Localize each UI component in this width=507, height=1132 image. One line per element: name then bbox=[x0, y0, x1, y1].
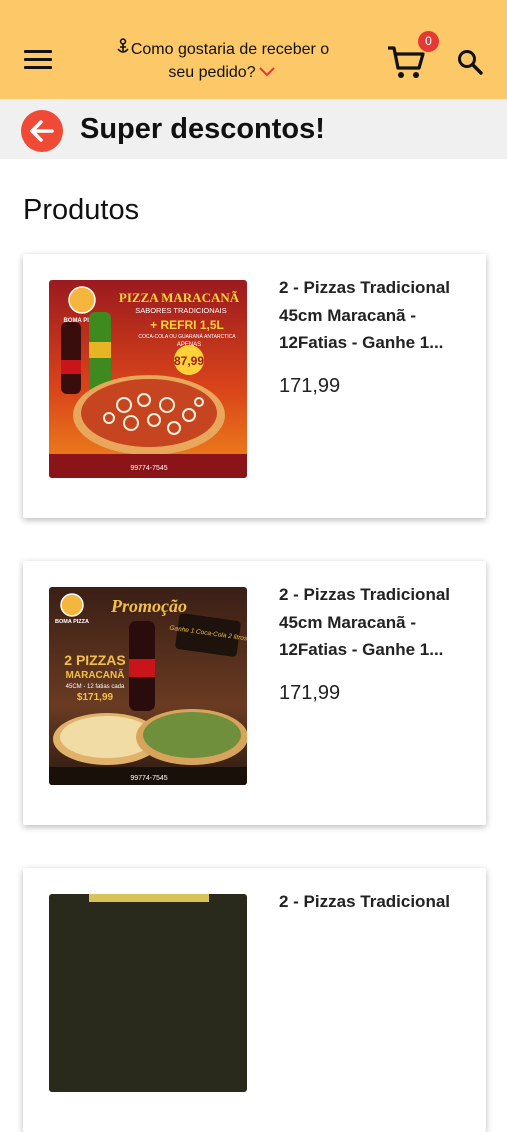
image-price: 87,99 bbox=[174, 354, 204, 368]
product-name: 2 - Pizzas Tradicional 45cm Maracanã - 1… bbox=[279, 585, 451, 659]
top-app-bar: Como gostaria de receber o seu pedido? 0 bbox=[0, 0, 507, 99]
image-combo: + REFRI 1,5L bbox=[150, 318, 224, 332]
cart-icon bbox=[388, 46, 425, 78]
delivery-icon bbox=[117, 38, 129, 53]
product-name: 2 - Pizzas Tradicional 45cm Maracanã - 1… bbox=[279, 278, 451, 352]
delivery-prompt: Como gostaria de receber o seu pedido? bbox=[130, 41, 330, 81]
image-drink: COCA-COLA OU GUARANÁ ANTARCTICA bbox=[138, 333, 236, 340]
image-price: $171,99 bbox=[77, 692, 114, 703]
cart-count-badge: 0 bbox=[418, 31, 439, 52]
image-phone: 99774-7545 bbox=[130, 465, 167, 472]
image-line2: MARACANÃ bbox=[66, 668, 125, 681]
product-image: BOMA PIZZA PIZZA MARACANÃ SABORES TRADIC… bbox=[49, 280, 247, 478]
menu-icon-line bbox=[24, 66, 52, 69]
product-name: 2 - Pizzas Tradicional bbox=[279, 892, 451, 911]
product-card[interactable]: BOMA PIZZA PIZZA MARACANÃ SABORES TRADIC… bbox=[23, 254, 486, 518]
menu-button[interactable] bbox=[24, 50, 52, 72]
product-card[interactable]: BOMA PIZZA Promoção Ganhe 1 Coca-Cola 2 … bbox=[23, 561, 486, 825]
search-button[interactable] bbox=[456, 48, 484, 76]
image-headline: Promoção bbox=[110, 596, 187, 616]
delivery-method-selector[interactable]: Como gostaria de receber o seu pedido? bbox=[100, 38, 344, 84]
image-headline: PIZZA MARACANÃ bbox=[119, 290, 240, 305]
section-title: Produtos bbox=[23, 194, 140, 226]
image-subline: SABORES TRADICIONAIS bbox=[135, 306, 227, 315]
product-card[interactable]: 2 - Pizzas Tradicional bbox=[23, 868, 486, 1132]
back-button[interactable] bbox=[21, 110, 63, 152]
image-detail: 45CM - 12 fatias cada bbox=[66, 684, 125, 690]
product-price: 171,99 bbox=[279, 375, 341, 397]
search-icon bbox=[458, 50, 483, 75]
image-brand: BOMA PIZZA bbox=[55, 619, 89, 625]
cart-button[interactable] bbox=[386, 44, 426, 80]
menu-icon-line bbox=[24, 50, 52, 53]
product-image: BOMA PIZZA Promoção Ganhe 1 Coca-Cola 2 … bbox=[49, 587, 247, 785]
image-phone: 99774-7545 bbox=[130, 775, 167, 782]
menu-icon-line bbox=[24, 58, 52, 61]
image-line1: 2 PIZZAS bbox=[64, 652, 125, 668]
arrow-left-icon bbox=[30, 120, 54, 142]
product-image bbox=[49, 894, 247, 1092]
chevron-down-icon bbox=[258, 67, 275, 77]
page-header: Super descontos! bbox=[0, 99, 507, 159]
product-price: 171,99 bbox=[279, 682, 341, 704]
page-title: Super descontos! bbox=[80, 113, 325, 145]
